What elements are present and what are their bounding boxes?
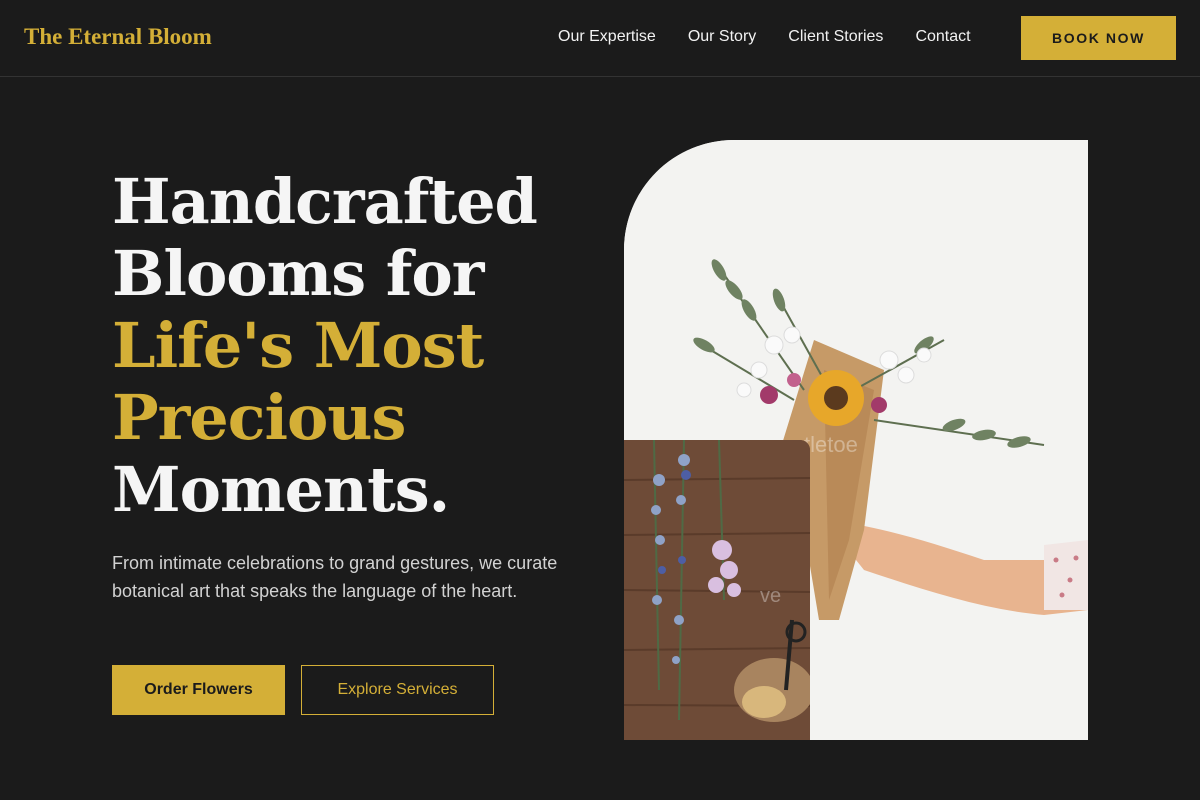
hero-lead-text: From intimate celebrations to grand gest… [112,553,558,601]
main-photo-watermark: tletoe [804,432,858,457]
order-flowers-button[interactable]: Order Flowers [112,665,285,715]
explore-services-button[interactable]: Explore Services [301,665,494,715]
headline-line-2: Blooms for [112,237,484,310]
hero-headline: Handcrafted Blooms for Life's Most Preci… [112,166,592,526]
main-nav: Our Expertise Our Story Client Stories C… [558,28,1003,50]
dried-flowers-photo: ve [624,440,810,740]
site-header: The Eternal Bloom Our Expertise Our Stor… [0,0,1200,77]
headline-line-1: Handcrafted [112,165,538,238]
headline-line-3: Life's Most [112,309,484,382]
headline-line-5: Moments. [112,453,450,526]
nav-link-client-stories[interactable]: Client Stories [788,28,883,50]
nav-link-expertise[interactable]: Our Expertise [558,28,656,50]
inset-photo-watermark: ve [760,585,781,607]
nav-link-contact[interactable]: Contact [915,28,970,50]
book-now-button[interactable]: BOOK NOW [1021,16,1176,60]
brand-logo[interactable]: The Eternal Bloom [24,24,212,50]
headline-line-4: Precious [112,381,406,454]
nav-link-story[interactable]: Our Story [688,28,756,50]
